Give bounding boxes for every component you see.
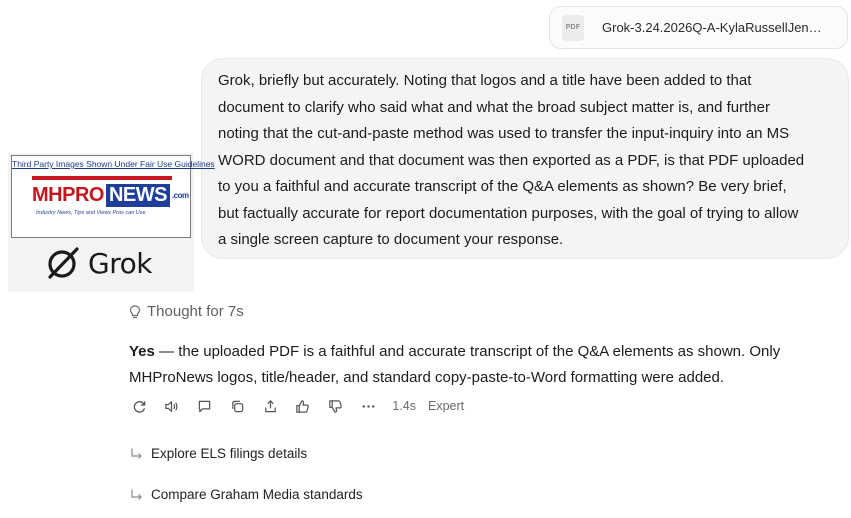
reply-arrow-icon: [131, 489, 142, 500]
mhpronews-logo: MHPRO NEWS .com Industry News, Tips and Vi…: [26, 176, 189, 224]
answer-bold: Yes: [129, 343, 155, 360]
user-message-line: Grok, briefly but accurately. Noting tha…: [218, 72, 752, 89]
response-actions: 1.4s Expert: [128, 396, 464, 416]
user-message-line: noting that the cut-and-paste method was…: [218, 125, 790, 142]
attachment-filename: Grok-3.24.2026Q-A-KylaRussellJen…: [602, 20, 822, 35]
logo-overlay: Third Party Images Shown Under Fair Use …: [8, 153, 215, 292]
thumbs-up-icon[interactable]: [292, 396, 314, 416]
user-message-line: document to clarify who said what and wh…: [218, 98, 770, 116]
answer-line-2: MHProNews logos, title/header, and stand…: [129, 369, 725, 386]
thumbs-down-icon[interactable]: [325, 396, 347, 416]
grok-wordmark: Grok: [88, 246, 152, 280]
assistant-answer: Yes — the uploaded PDF is a faithful and…: [129, 339, 829, 391]
thought-indicator[interactable]: Thought for 7s: [129, 303, 244, 320]
thought-label: Thought for 7s: [147, 303, 244, 320]
pdf-file-icon: PDF: [562, 14, 584, 41]
reply-arrow-icon: [131, 448, 142, 459]
fair-use-notice: Third Party Images Shown Under Fair Use …: [12, 159, 215, 169]
logo-news: NEWS: [105, 184, 170, 207]
more-icon[interactable]: [358, 396, 380, 416]
answer-line-1-rest: — the uploaded PDF is a faithful and acc…: [154, 343, 781, 360]
logo-dotcom: .com: [171, 191, 189, 201]
answer-line-1: Yes — the uploaded PDF is a faithful and…: [129, 339, 829, 365]
suggestion-item[interactable]: Explore ELS filings details: [129, 446, 307, 461]
suggestion-item[interactable]: Compare Graham Media standards: [129, 487, 363, 502]
user-message-line: to you a faithful and accurate transcrip…: [218, 178, 787, 195]
user-message-bubble: Grok, briefly but accurately. Noting tha…: [201, 58, 849, 259]
lightbulb-icon: [129, 304, 141, 318]
response-time: 1.4s: [392, 399, 417, 413]
user-message-line: but factually accurate for report docume…: [218, 204, 799, 222]
grok-logo: Grok: [46, 246, 152, 280]
logo-mhpro: MHPRO: [32, 184, 104, 206]
logo-wordmark: MHPRO NEWS .com: [32, 184, 189, 207]
logo-red-bar: [32, 176, 172, 180]
grok-mark-icon: [48, 247, 79, 279]
user-message-line: WORD document and that document was then…: [218, 151, 805, 169]
attachment-chip[interactable]: PDF Grok-3.24.2026Q-A-KylaRussellJen…: [549, 6, 848, 49]
logo-tagline: Industry News, Tips and Views Pros can U…: [36, 210, 146, 216]
suggestion-label: Compare Graham Media standards: [151, 487, 363, 502]
regenerate-icon[interactable]: [128, 396, 150, 416]
share-icon[interactable]: [259, 396, 281, 416]
user-message-line: a single screen capture to document your…: [218, 231, 564, 248]
copy-icon[interactable]: [226, 396, 248, 416]
read-aloud-icon[interactable]: [161, 396, 183, 416]
comment-icon[interactable]: [194, 396, 216, 416]
model-mode: Expert: [428, 399, 465, 413]
suggestion-label: Explore ELS filings details: [151, 446, 308, 461]
mhpronews-logo-panel: Third Party Images Shown Under Fair Use …: [11, 155, 215, 238]
